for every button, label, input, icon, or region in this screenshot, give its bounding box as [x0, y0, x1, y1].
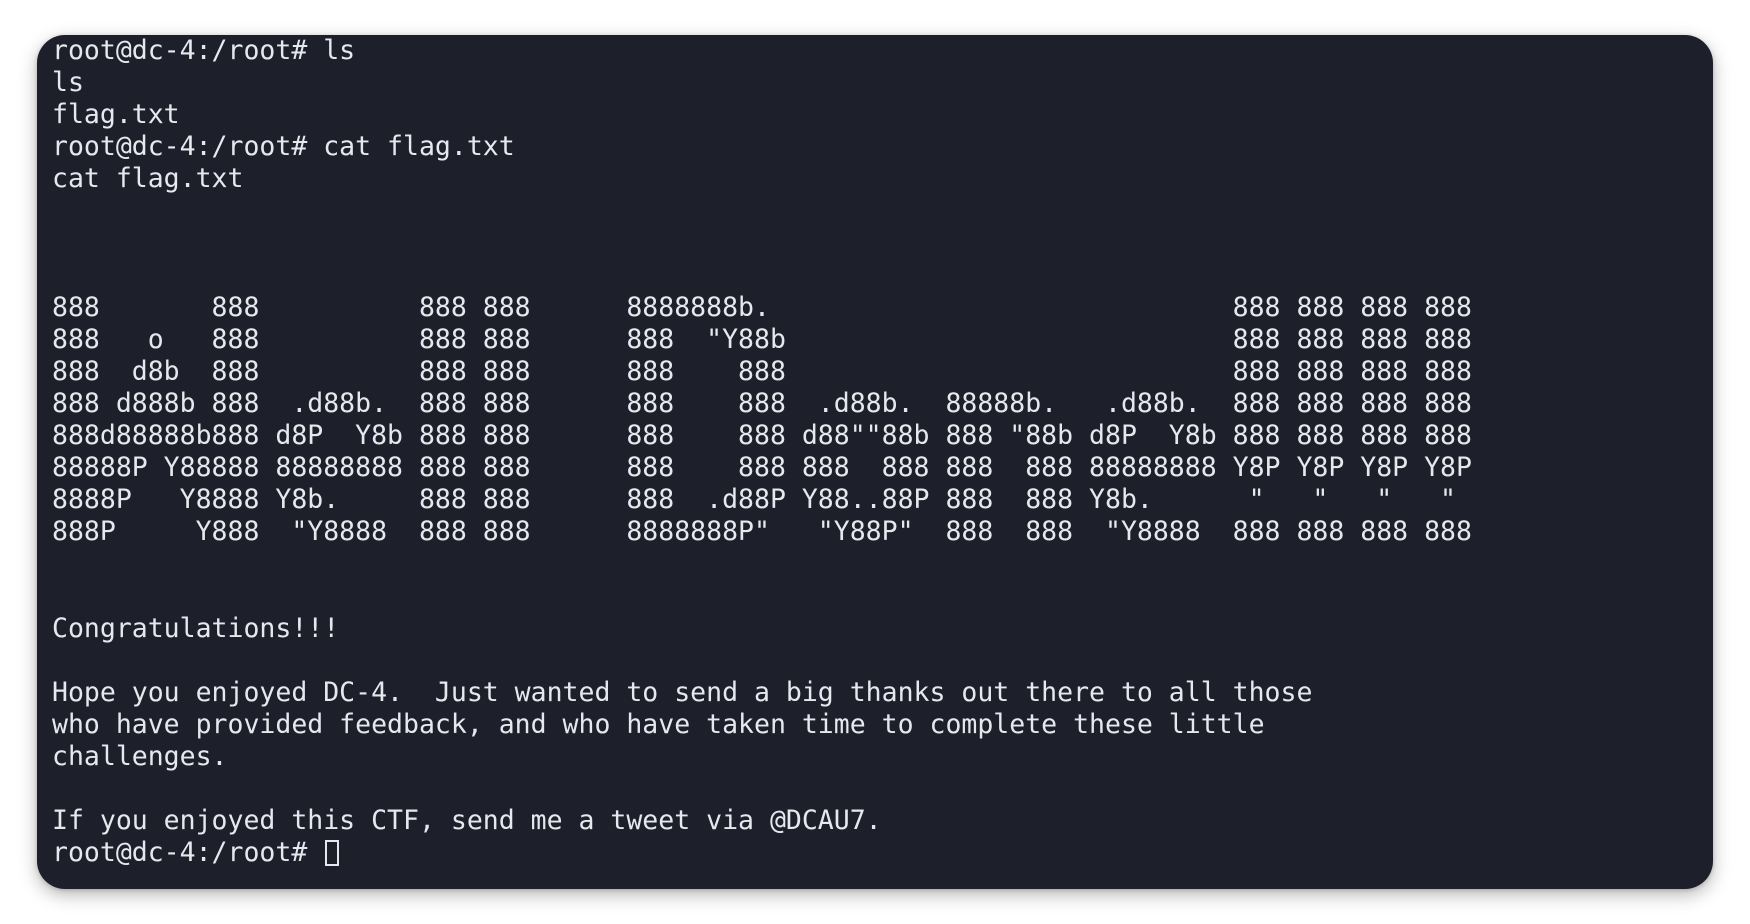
ascii-art-line: 88888P Y88888 88888888 888 888 888 888 8…: [52, 452, 1472, 484]
ascii-art-line: 888 d8b 888 888 888 888 888 888 888 888 …: [52, 355, 1472, 387]
congratulations-text: Congratulations!!!: [52, 612, 340, 644]
command-prompt[interactable]: root@dc-4:/root#: [52, 837, 1703, 869]
text-cursor[interactable]: [325, 840, 340, 867]
terminal-line: cat flag.txt: [52, 163, 244, 195]
ascii-art-line: 888P Y888 "Y8888 888 888 8888888P" "Y88P…: [52, 516, 1472, 548]
ascii-art-line: 888 d888b 888 .d88b. 888 888 888 888 .d8…: [52, 388, 1472, 420]
message-text: Hope you enjoyed DC-4. Just wanted to se…: [52, 676, 1313, 708]
ascii-art-line: 888d88888b888 d8P Y8b 888 888 888 888 d8…: [52, 420, 1472, 452]
message-text: If you enjoyed this CTF, send me a tweet…: [52, 805, 882, 837]
terminal-line: flag.txt: [52, 99, 180, 131]
ascii-art-line: 888 888 888 888 8888888b. 888 888 888 88…: [52, 291, 1472, 323]
terminal-line: root@dc-4:/root# cat flag.txt: [52, 131, 515, 163]
message-text: challenges.: [52, 741, 228, 773]
terminal-window[interactable]: root@dc-4:/root# ls ls flag.txt root@dc-…: [37, 35, 1713, 889]
terminal-line: ls: [52, 67, 84, 99]
message-text: who have provided feedback, and who have…: [52, 708, 1265, 740]
terminal-line: root@dc-4:/root# ls: [52, 35, 356, 66]
terminal-output: root@dc-4:/root# ls ls flag.txt root@dc-…: [52, 35, 1703, 889]
ascii-art-line: 888 o 888 888 888 888 "Y88b 888 888 888 …: [52, 323, 1472, 355]
ascii-art-line: 8888P Y8888 Y8b. 888 888 888 .d88P Y88..…: [52, 484, 1456, 516]
prompt-text: root@dc-4:/root#: [52, 837, 324, 869]
